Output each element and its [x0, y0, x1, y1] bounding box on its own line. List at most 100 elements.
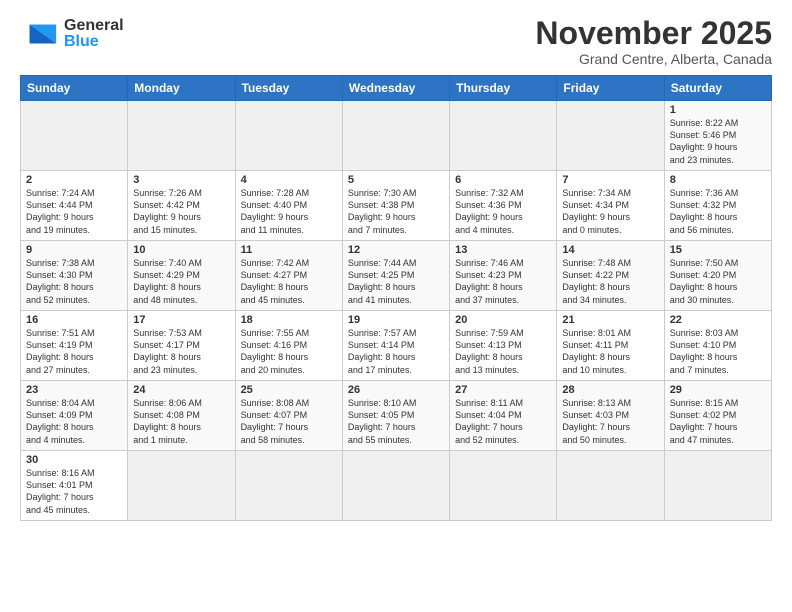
- day-number: 2: [26, 174, 122, 186]
- day-number: 13: [455, 244, 551, 256]
- calendar-cell: 5Sunrise: 7:30 AM Sunset: 4:38 PM Daylig…: [342, 171, 449, 241]
- calendar-cell: [450, 451, 557, 521]
- calendar-cell: [342, 101, 449, 171]
- day-info: Sunrise: 7:30 AM Sunset: 4:38 PM Dayligh…: [348, 187, 444, 236]
- calendar-cell: 22Sunrise: 8:03 AM Sunset: 4:10 PM Dayli…: [664, 311, 771, 381]
- calendar-cell: 28Sunrise: 8:13 AM Sunset: 4:03 PM Dayli…: [557, 381, 664, 451]
- calendar-cell: [128, 101, 235, 171]
- day-number: 30: [26, 454, 122, 466]
- subtitle: Grand Centre, Alberta, Canada: [535, 51, 772, 67]
- calendar-cell: 8Sunrise: 7:36 AM Sunset: 4:32 PM Daylig…: [664, 171, 771, 241]
- calendar-cell: 15Sunrise: 7:50 AM Sunset: 4:20 PM Dayli…: [664, 241, 771, 311]
- day-number: 10: [133, 244, 229, 256]
- calendar-cell: 21Sunrise: 8:01 AM Sunset: 4:11 PM Dayli…: [557, 311, 664, 381]
- day-info: Sunrise: 7:44 AM Sunset: 4:25 PM Dayligh…: [348, 257, 444, 306]
- day-number: 22: [670, 314, 766, 326]
- day-number: 19: [348, 314, 444, 326]
- day-number: 24: [133, 384, 229, 396]
- calendar-cell: 19Sunrise: 7:57 AM Sunset: 4:14 PM Dayli…: [342, 311, 449, 381]
- day-info: Sunrise: 7:46 AM Sunset: 4:23 PM Dayligh…: [455, 257, 551, 306]
- day-info: Sunrise: 8:04 AM Sunset: 4:09 PM Dayligh…: [26, 397, 122, 446]
- calendar-cell: 24Sunrise: 8:06 AM Sunset: 4:08 PM Dayli…: [128, 381, 235, 451]
- calendar-cell: [557, 451, 664, 521]
- calendar-cell: 16Sunrise: 7:51 AM Sunset: 4:19 PM Dayli…: [21, 311, 128, 381]
- day-number: 27: [455, 384, 551, 396]
- calendar-cell: 30Sunrise: 8:16 AM Sunset: 4:01 PM Dayli…: [21, 451, 128, 521]
- day-info: Sunrise: 8:03 AM Sunset: 4:10 PM Dayligh…: [670, 327, 766, 376]
- day-number: 29: [670, 384, 766, 396]
- calendar-header: Sunday Monday Tuesday Wednesday Thursday…: [21, 76, 772, 101]
- day-info: Sunrise: 8:22 AM Sunset: 5:46 PM Dayligh…: [670, 117, 766, 166]
- header-saturday: Saturday: [664, 76, 771, 101]
- header-sunday: Sunday: [21, 76, 128, 101]
- day-info: Sunrise: 7:38 AM Sunset: 4:30 PM Dayligh…: [26, 257, 122, 306]
- day-info: Sunrise: 7:57 AM Sunset: 4:14 PM Dayligh…: [348, 327, 444, 376]
- day-info: Sunrise: 7:53 AM Sunset: 4:17 PM Dayligh…: [133, 327, 229, 376]
- calendar-week-4: 23Sunrise: 8:04 AM Sunset: 4:09 PM Dayli…: [21, 381, 772, 451]
- day-info: Sunrise: 8:08 AM Sunset: 4:07 PM Dayligh…: [241, 397, 337, 446]
- header: General Blue November 2025 Grand Centre,…: [20, 16, 772, 67]
- day-number: 16: [26, 314, 122, 326]
- logo-icon: [20, 16, 60, 52]
- day-info: Sunrise: 7:36 AM Sunset: 4:32 PM Dayligh…: [670, 187, 766, 236]
- day-info: Sunrise: 8:06 AM Sunset: 4:08 PM Dayligh…: [133, 397, 229, 446]
- day-number: 28: [562, 384, 658, 396]
- calendar-cell: [128, 451, 235, 521]
- day-number: 20: [455, 314, 551, 326]
- calendar-cell: 29Sunrise: 8:15 AM Sunset: 4:02 PM Dayli…: [664, 381, 771, 451]
- calendar-cell: [235, 101, 342, 171]
- day-number: 8: [670, 174, 766, 186]
- calendar-cell: 9Sunrise: 7:38 AM Sunset: 4:30 PM Daylig…: [21, 241, 128, 311]
- day-number: 23: [26, 384, 122, 396]
- day-info: Sunrise: 7:55 AM Sunset: 4:16 PM Dayligh…: [241, 327, 337, 376]
- header-friday: Friday: [557, 76, 664, 101]
- calendar: Sunday Monday Tuesday Wednesday Thursday…: [20, 75, 772, 521]
- day-number: 15: [670, 244, 766, 256]
- day-number: 9: [26, 244, 122, 256]
- calendar-cell: 10Sunrise: 7:40 AM Sunset: 4:29 PM Dayli…: [128, 241, 235, 311]
- calendar-week-1: 2Sunrise: 7:24 AM Sunset: 4:44 PM Daylig…: [21, 171, 772, 241]
- day-number: 5: [348, 174, 444, 186]
- day-info: Sunrise: 7:26 AM Sunset: 4:42 PM Dayligh…: [133, 187, 229, 236]
- calendar-week-2: 9Sunrise: 7:38 AM Sunset: 4:30 PM Daylig…: [21, 241, 772, 311]
- logo-words: General Blue: [64, 18, 124, 50]
- calendar-cell: [342, 451, 449, 521]
- calendar-week-5: 30Sunrise: 8:16 AM Sunset: 4:01 PM Dayli…: [21, 451, 772, 521]
- calendar-cell: [21, 101, 128, 171]
- calendar-cell: 26Sunrise: 8:10 AM Sunset: 4:05 PM Dayli…: [342, 381, 449, 451]
- day-number: 1: [670, 104, 766, 116]
- calendar-cell: 11Sunrise: 7:42 AM Sunset: 4:27 PM Dayli…: [235, 241, 342, 311]
- day-info: Sunrise: 7:28 AM Sunset: 4:40 PM Dayligh…: [241, 187, 337, 236]
- calendar-cell: [664, 451, 771, 521]
- main-title: November 2025: [535, 16, 772, 51]
- calendar-cell: 17Sunrise: 7:53 AM Sunset: 4:17 PM Dayli…: [128, 311, 235, 381]
- calendar-cell: 12Sunrise: 7:44 AM Sunset: 4:25 PM Dayli…: [342, 241, 449, 311]
- day-info: Sunrise: 7:34 AM Sunset: 4:34 PM Dayligh…: [562, 187, 658, 236]
- calendar-cell: [557, 101, 664, 171]
- logo-word1: General: [64, 18, 124, 34]
- calendar-cell: 7Sunrise: 7:34 AM Sunset: 4:34 PM Daylig…: [557, 171, 664, 241]
- header-tuesday: Tuesday: [235, 76, 342, 101]
- day-number: 25: [241, 384, 337, 396]
- calendar-cell: 27Sunrise: 8:11 AM Sunset: 4:04 PM Dayli…: [450, 381, 557, 451]
- logo-word2: Blue: [64, 34, 124, 50]
- day-info: Sunrise: 8:16 AM Sunset: 4:01 PM Dayligh…: [26, 467, 122, 516]
- day-number: 12: [348, 244, 444, 256]
- day-number: 17: [133, 314, 229, 326]
- calendar-body: 1Sunrise: 8:22 AM Sunset: 5:46 PM Daylig…: [21, 101, 772, 521]
- day-info: Sunrise: 7:48 AM Sunset: 4:22 PM Dayligh…: [562, 257, 658, 306]
- day-info: Sunrise: 7:40 AM Sunset: 4:29 PM Dayligh…: [133, 257, 229, 306]
- calendar-cell: 14Sunrise: 7:48 AM Sunset: 4:22 PM Dayli…: [557, 241, 664, 311]
- calendar-cell: 3Sunrise: 7:26 AM Sunset: 4:42 PM Daylig…: [128, 171, 235, 241]
- page: General Blue November 2025 Grand Centre,…: [0, 0, 792, 531]
- day-info: Sunrise: 8:15 AM Sunset: 4:02 PM Dayligh…: [670, 397, 766, 446]
- day-info: Sunrise: 7:24 AM Sunset: 4:44 PM Dayligh…: [26, 187, 122, 236]
- day-number: 21: [562, 314, 658, 326]
- calendar-week-0: 1Sunrise: 8:22 AM Sunset: 5:46 PM Daylig…: [21, 101, 772, 171]
- header-monday: Monday: [128, 76, 235, 101]
- days-header-row: Sunday Monday Tuesday Wednesday Thursday…: [21, 76, 772, 101]
- day-info: Sunrise: 7:59 AM Sunset: 4:13 PM Dayligh…: [455, 327, 551, 376]
- calendar-cell: [450, 101, 557, 171]
- calendar-cell: [235, 451, 342, 521]
- title-area: November 2025 Grand Centre, Alberta, Can…: [535, 16, 772, 67]
